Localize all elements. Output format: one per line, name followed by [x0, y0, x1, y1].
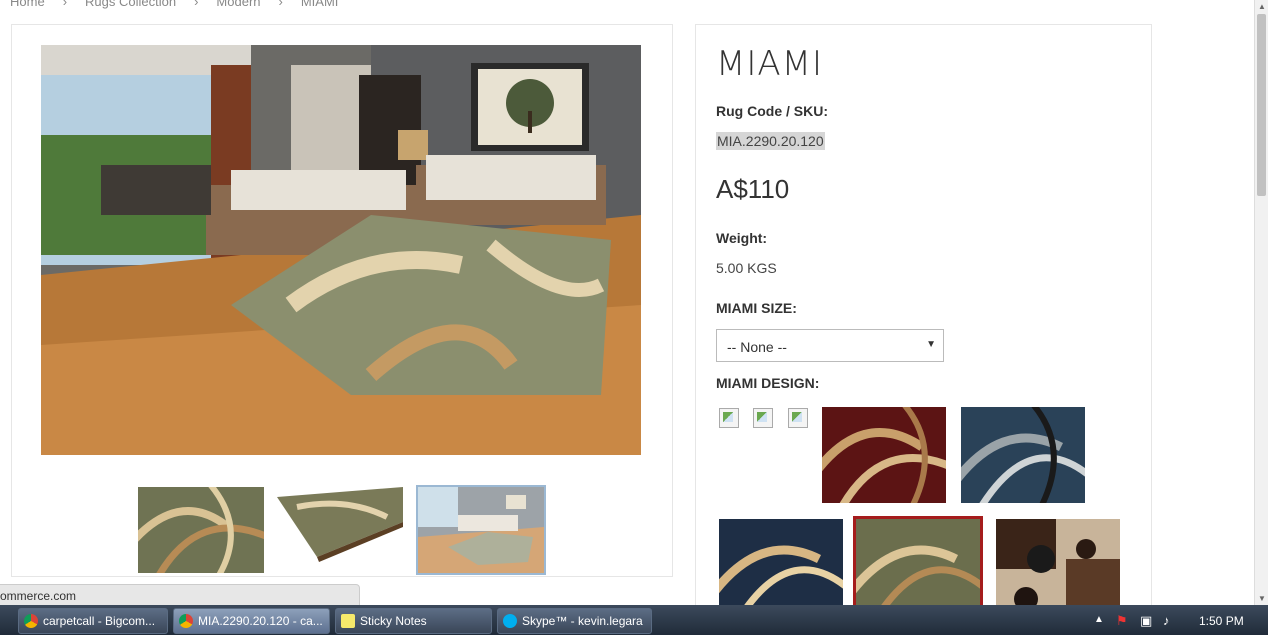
tray-expand-icon[interactable]: ▲: [1094, 614, 1104, 625]
chevron-right-icon: ›: [194, 0, 199, 9]
taskbar-item-skype[interactable]: Skype™ - kevin.legara: [497, 608, 652, 634]
breadcrumb: Home › Rugs Collection › Modern › MIAMI: [10, 0, 338, 9]
weight-label: Weight:: [716, 230, 768, 246]
size-select-value: -- None --: [727, 339, 787, 355]
volume-icon[interactable]: ♪: [1163, 613, 1170, 628]
taskbar-clock[interactable]: 1:50 PM: [1199, 614, 1244, 628]
sku-text: MIA.2290.20.120: [716, 132, 825, 150]
scroll-down-icon[interactable]: ▼: [1258, 594, 1266, 603]
weight-value: 5.00 KGS: [716, 260, 777, 276]
design-swatch-red[interactable]: [822, 407, 946, 503]
breadcrumb-modern[interactable]: Modern: [216, 0, 260, 9]
breadcrumb-current: MIAMI: [300, 0, 339, 9]
chrome-icon: [24, 614, 38, 628]
product-thumbnail-3[interactable]: [416, 485, 546, 575]
taskbar-item-sticky-notes[interactable]: Sticky Notes: [335, 608, 492, 634]
action-center-flag-icon[interactable]: ⚑: [1116, 613, 1128, 629]
taskbar-item-label: Sticky Notes: [360, 614, 427, 628]
size-label: MIAMI SIZE:: [716, 300, 797, 316]
scrollbar-thumb[interactable]: [1257, 14, 1266, 196]
design-swatch-navy[interactable]: [719, 519, 843, 615]
chevron-right-icon: ›: [62, 0, 68, 9]
product-price: A$110: [716, 174, 790, 204]
product-thumbnail-2[interactable]: [277, 487, 403, 573]
taskbar-item-label: Skype™ - kevin.legara: [522, 614, 643, 628]
taskbar-item-label: MIA.2290.20.120 - ca...: [198, 614, 323, 628]
product-title: MIAMI: [716, 44, 823, 84]
design-swatch-broken-image-3[interactable]: [788, 408, 808, 428]
design-swatch-broken-image-1[interactable]: [719, 408, 739, 428]
chrome-icon: [179, 614, 193, 628]
page-scrollbar[interactable]: ▲ ▼: [1254, 0, 1268, 605]
design-label: MIAMI DESIGN:: [716, 375, 820, 391]
browser-status-bar: ommerce.com: [0, 584, 360, 606]
taskbar-item-label: carpetcall - Bigcom...: [43, 614, 156, 628]
chevron-down-icon: ▼: [926, 339, 936, 350]
scroll-up-icon[interactable]: ▲: [1258, 2, 1266, 11]
chevron-right-icon: ›: [278, 0, 283, 9]
breadcrumb-home[interactable]: Home: [10, 0, 45, 9]
design-swatch-green-selected[interactable]: [853, 516, 983, 618]
product-main-image[interactable]: [41, 45, 641, 455]
taskbar-item-mia[interactable]: MIA.2290.20.120 - ca...: [173, 608, 330, 634]
design-swatch-damask-brown[interactable]: [996, 519, 1120, 615]
skype-icon: [503, 614, 517, 628]
breadcrumb-rugs-collection[interactable]: Rugs Collection: [85, 0, 176, 9]
sku-value: MIA.2290.20.120: [716, 132, 825, 150]
design-swatch-broken-image-2[interactable]: [753, 408, 773, 428]
sticky-notes-icon: [341, 614, 355, 628]
network-icon[interactable]: ▣: [1140, 613, 1152, 629]
sku-label: Rug Code / SKU:: [716, 103, 828, 119]
size-select[interactable]: -- None -- ▼: [716, 329, 944, 362]
status-url: ommerce.com: [0, 589, 77, 603]
taskbar-item-carpetcall[interactable]: carpetcall - Bigcom...: [18, 608, 168, 634]
product-thumbnail-1[interactable]: [138, 487, 264, 573]
design-swatch-blue-grey[interactable]: [961, 407, 1085, 503]
